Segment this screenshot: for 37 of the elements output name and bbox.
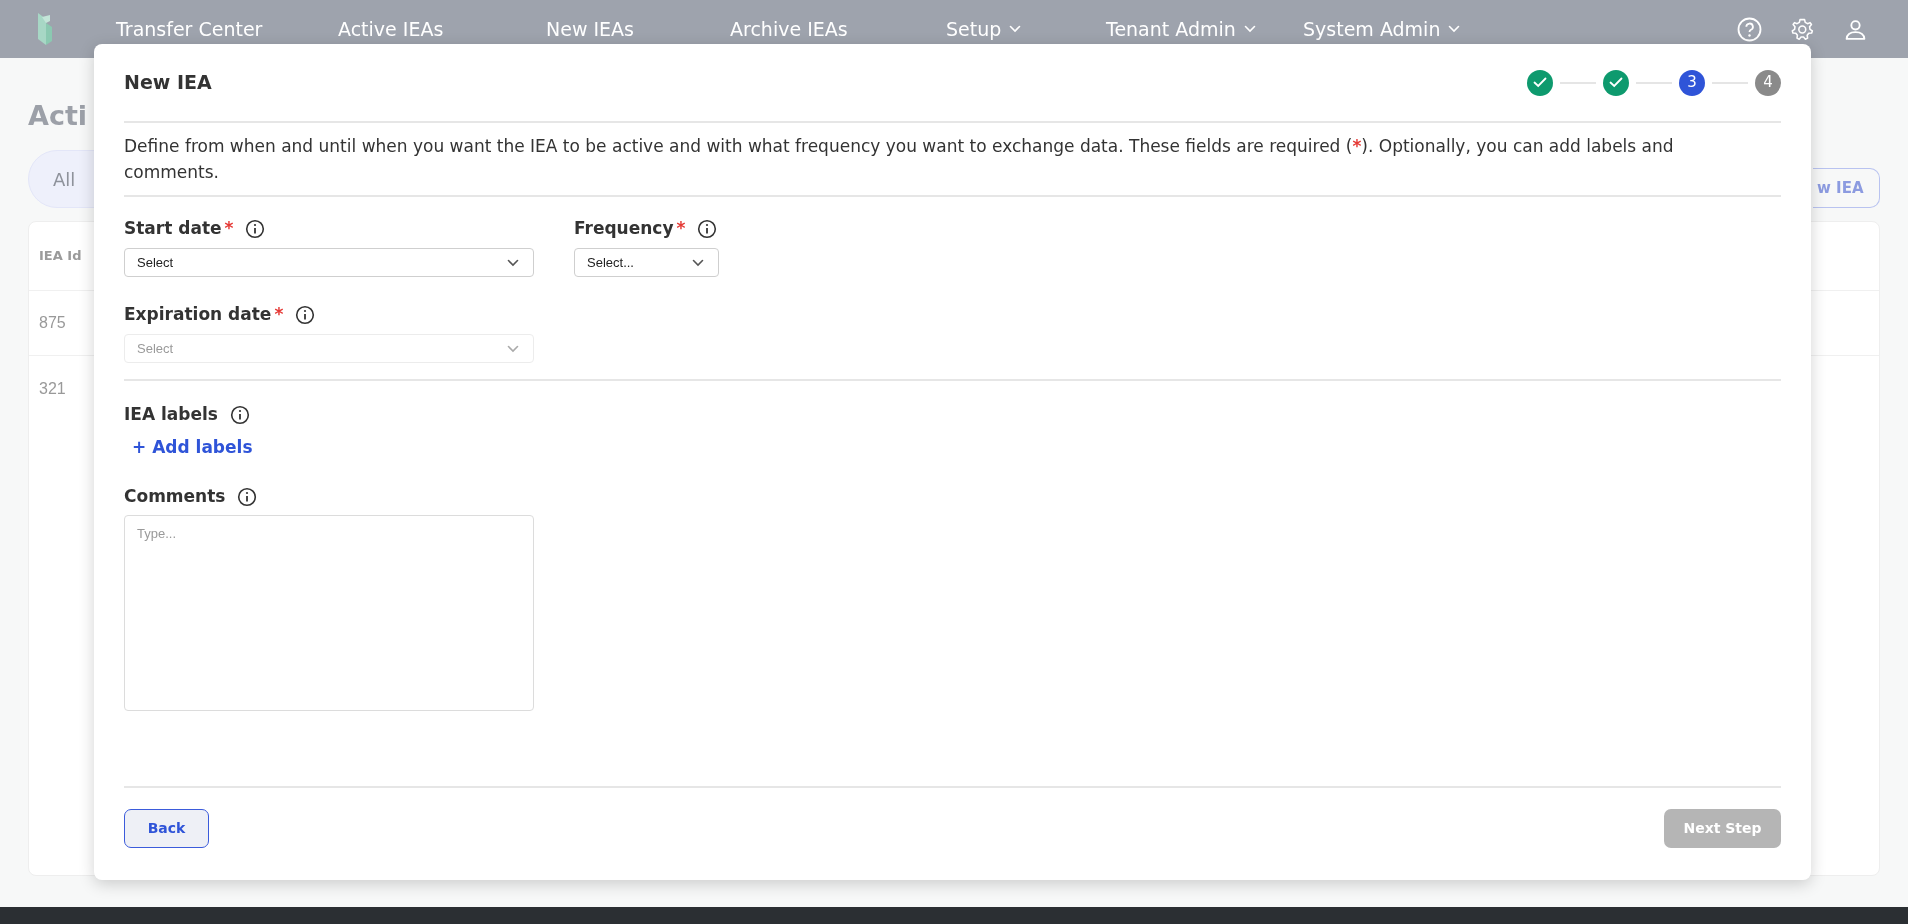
table-cell-text: 875 bbox=[39, 313, 66, 333]
chevron-down-icon bbox=[507, 344, 519, 353]
settings-icon[interactable] bbox=[1790, 16, 1815, 42]
nav-item[interactable]: Active IEAs bbox=[338, 14, 546, 44]
select-field[interactable]: Select bbox=[124, 248, 534, 277]
chevron-down-icon bbox=[692, 258, 704, 267]
comments-field[interactable]: Type... bbox=[124, 514, 534, 711]
page-title: Acti bbox=[28, 99, 89, 133]
field-label: Expiration date * bbox=[124, 303, 284, 327]
nav-item[interactable]: System Admin bbox=[1303, 14, 1503, 44]
nav-item[interactable]: Tenant Admin bbox=[1106, 14, 1303, 44]
dialog-title: New IEA bbox=[124, 70, 212, 96]
nav-item[interactable]: New IEAs bbox=[546, 14, 730, 44]
select-field[interactable]: Select... bbox=[574, 248, 719, 277]
column-header: IEA Id bbox=[39, 247, 82, 266]
back-button[interactable]: Back bbox=[124, 809, 209, 848]
section-label: Comments bbox=[124, 484, 226, 508]
chevron-down-icon bbox=[507, 258, 519, 267]
add-labels-link[interactable]: + Add labels bbox=[132, 435, 253, 461]
nav-item[interactable]: Archive IEAs bbox=[730, 14, 946, 44]
check-icon bbox=[1609, 77, 1623, 88]
section-label: IEA labels bbox=[124, 403, 218, 427]
info-icon[interactable] bbox=[229, 405, 250, 425]
new-iea-button[interactable]: w IEA bbox=[1813, 168, 1880, 208]
info-icon[interactable] bbox=[697, 219, 718, 239]
check-icon bbox=[1533, 77, 1547, 88]
nav-item[interactable]: Transfer Center bbox=[116, 14, 338, 44]
info-icon[interactable] bbox=[245, 219, 266, 239]
field-label: Start date * bbox=[124, 217, 234, 241]
help-icon[interactable] bbox=[1737, 16, 1762, 42]
info-icon[interactable] bbox=[237, 486, 258, 507]
field-label: Frequency * bbox=[574, 217, 686, 241]
step-indicator: 4 bbox=[1755, 69, 1781, 96]
table-cell-text: 321 bbox=[39, 378, 66, 399]
nav-item[interactable]: Setup bbox=[946, 14, 1106, 44]
info-icon[interactable] bbox=[295, 305, 316, 325]
step-indicator: 3 bbox=[1679, 69, 1705, 96]
